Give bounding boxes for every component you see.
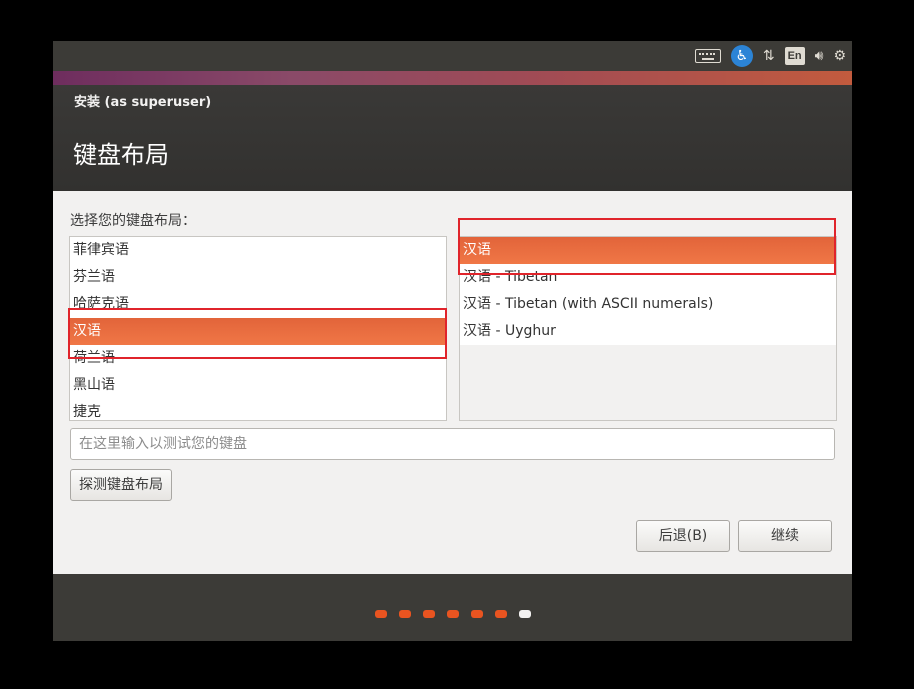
progress-dot: [471, 610, 483, 618]
top-panel: ♿ ⇅ En 🔊︎ ⚙: [53, 41, 852, 71]
installer-window: ♿ ⇅ En 🔊︎ ⚙ 安装 (as superuser) 键盘布局 选择您的键…: [53, 41, 852, 641]
language-icon[interactable]: En: [784, 45, 805, 67]
volume-icon[interactable]: 🔊︎: [815, 45, 824, 67]
list-item[interactable]: 捷克: [70, 399, 446, 420]
list-empty-area: [460, 345, 836, 420]
keyboard-test-input[interactable]: [70, 428, 835, 460]
progress-dot-current: [519, 610, 531, 618]
progress-dot: [423, 610, 435, 618]
progress-dot: [399, 610, 411, 618]
highlight-box-right: [458, 218, 836, 275]
installer-header: 安装 (as superuser) 键盘布局: [53, 85, 852, 191]
keyboard-layout-panel: 选择您的键盘布局： 菲律宾语 芬兰语 哈萨克语 汉语 荷兰语 黑山语 捷克 汉语…: [53, 191, 852, 574]
highlight-box-left: [68, 308, 447, 359]
list-item[interactable]: 菲律宾语: [70, 237, 446, 264]
accessibility-icon[interactable]: ♿: [730, 45, 753, 67]
progress-indicator: [375, 610, 531, 618]
progress-footer: [53, 574, 852, 641]
network-icon[interactable]: ⇅: [763, 45, 775, 67]
list-item[interactable]: 汉语 - Uyghur: [460, 318, 836, 345]
window-subtitle: 安装 (as superuser): [74, 95, 212, 110]
keyboard-icon[interactable]: [694, 45, 721, 67]
layout-prompt: 选择您的键盘布局：: [70, 213, 196, 229]
progress-dot: [495, 610, 507, 618]
progress-dot: [375, 610, 387, 618]
continue-button[interactable]: 继续: [738, 520, 832, 552]
list-item[interactable]: 黑山语: [70, 372, 446, 399]
list-item[interactable]: 汉语 - Tibetan (with ASCII numerals): [460, 291, 836, 318]
desktop-background-strip: [53, 71, 852, 85]
language-label: En: [784, 47, 805, 65]
back-button[interactable]: 后退(B): [636, 520, 730, 552]
list-item[interactable]: 芬兰语: [70, 264, 446, 291]
detect-layout-button[interactable]: 探测键盘布局: [70, 469, 172, 501]
gear-icon[interactable]: ⚙: [833, 45, 846, 67]
page-title: 键盘布局: [73, 141, 169, 169]
progress-dot: [447, 610, 459, 618]
